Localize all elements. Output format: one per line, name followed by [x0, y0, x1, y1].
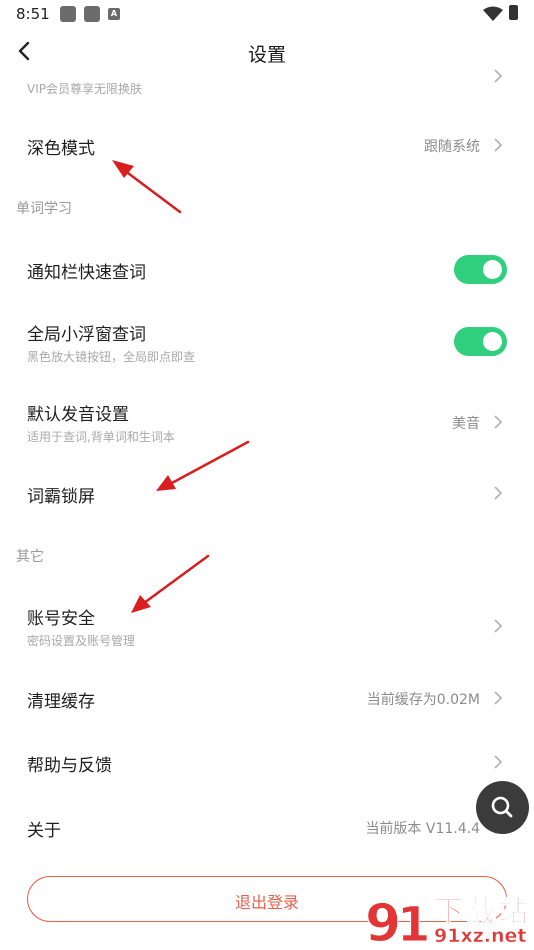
about-row[interactable]: 关于 当前版本 V11.4.4 — [0, 796, 534, 858]
clear-cache-row[interactable]: 清理缓存 当前缓存为0.02M — [0, 667, 534, 729]
account-security-subtitle: 密码设置及账号管理 — [27, 634, 136, 648]
account-security-row[interactable]: 账号安全 密码设置及账号管理 — [0, 594, 534, 656]
pronunciation-value: 美音 — [452, 416, 480, 432]
vip-skin-row[interactable]: VIP会员尊享无限换肤 — [0, 60, 534, 104]
lock-screen-row[interactable]: 词霸锁屏 — [0, 462, 534, 524]
notify-lookup-title: 通知栏快速查词 — [27, 263, 146, 283]
notification-icon — [84, 6, 100, 22]
status-time: 8:51 — [16, 5, 50, 23]
float-lookup-toggle[interactable] — [454, 327, 507, 356]
clear-cache-title: 清理缓存 — [27, 692, 95, 712]
battery-icon — [509, 5, 518, 20]
search-icon — [491, 796, 513, 818]
svg-text:1: 1 — [397, 897, 430, 950]
account-security-title: 账号安全 — [27, 609, 95, 629]
chevron-right-icon — [494, 619, 503, 633]
notify-lookup-toggle[interactable] — [454, 255, 507, 284]
status-bar: 8:51 A — [0, 0, 534, 28]
dark-mode-row[interactable]: 深色模式 跟随系统 — [0, 114, 534, 176]
notify-lookup-row: 通知栏快速查词 — [0, 238, 534, 300]
wifi-icon — [483, 6, 503, 21]
pronunciation-subtitle: 适用于查词,背单词和生词本 — [27, 430, 175, 444]
float-lookup-title: 全局小浮窗查词 — [27, 325, 146, 345]
chevron-right-icon — [494, 138, 503, 152]
float-lookup-subtitle: 黑色放大镜按钮，全局即点即查 — [27, 350, 196, 364]
svg-text:9: 9 — [365, 894, 401, 950]
pronunciation-title: 默认发音设置 — [27, 405, 129, 425]
notification-icon — [60, 6, 76, 22]
chevron-right-icon — [494, 755, 503, 769]
chevron-right-icon — [494, 691, 503, 705]
notification-a-icon: A — [108, 8, 120, 20]
watermark-url: 91xz.net — [434, 925, 527, 948]
floating-search-button[interactable] — [476, 781, 529, 834]
section-title-other: 其它 — [16, 549, 44, 565]
clear-cache-value: 当前缓存为0.02M — [366, 692, 480, 708]
toggle-knob — [483, 332, 502, 351]
chevron-right-icon — [494, 415, 503, 429]
chevron-right-icon — [494, 69, 503, 83]
section-title-word-learning: 单词学习 — [16, 201, 72, 217]
chevron-right-icon — [494, 486, 503, 500]
help-feedback-row[interactable]: 帮助与反馈 — [0, 731, 534, 793]
toggle-knob — [483, 260, 502, 279]
pronunciation-row[interactable]: 默认发音设置 适用于查词,背单词和生词本 美音 — [0, 390, 534, 452]
dark-mode-value: 跟随系统 — [424, 139, 480, 155]
about-title: 关于 — [27, 821, 61, 841]
dark-mode-title: 深色模式 — [27, 139, 95, 159]
lock-screen-title: 词霸锁屏 — [27, 487, 95, 507]
about-version-value: 当前版本 V11.4.4 — [365, 821, 480, 837]
float-lookup-row: 全局小浮窗查词 黑色放大镜按钮，全局即点即查 — [0, 310, 534, 372]
vip-subtitle: VIP会员尊享无限换肤 — [27, 82, 142, 96]
help-feedback-title: 帮助与反馈 — [27, 756, 112, 776]
